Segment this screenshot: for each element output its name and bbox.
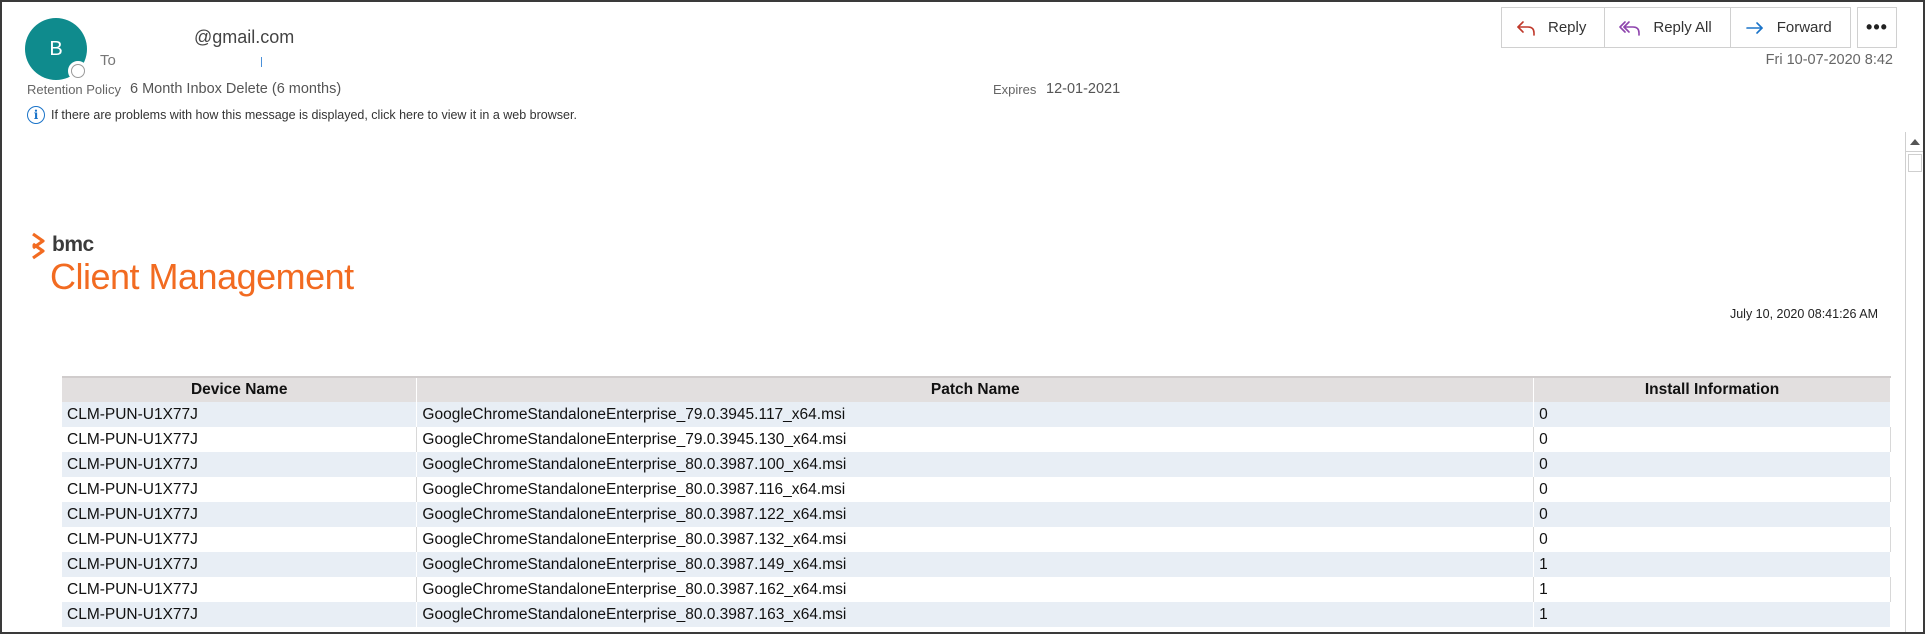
column-header-patch-name: Patch Name	[416, 376, 1535, 402]
table-row: CLM-PUN-U1X77J GoogleChromeStandaloneEnt…	[62, 527, 1891, 552]
presence-status-icon	[68, 61, 88, 81]
forward-button[interactable]: Forward	[1731, 8, 1850, 47]
table-row: CLM-PUN-U1X77J GoogleChromeStandaloneEnt…	[62, 502, 1891, 527]
forward-label: Forward	[1776, 19, 1832, 36]
device-name-cell: CLM-PUN-U1X77J	[62, 452, 418, 477]
reply-label: Reply	[1548, 19, 1587, 36]
reply-all-button[interactable]: Reply All	[1605, 8, 1731, 47]
patch-report-table: Device Name Patch Name Install Informati…	[62, 376, 1891, 627]
device-name-cell: CLM-PUN-U1X77J	[62, 477, 418, 502]
retention-policy-value: 6 Month Inbox Delete (6 months)	[130, 81, 342, 97]
patch-name-cell: GoogleChromeStandaloneEnterprise_79.0.39…	[416, 427, 1535, 452]
device-name-cell: CLM-PUN-U1X77J	[62, 502, 418, 527]
install-info-cell: 0	[1533, 427, 1891, 452]
patch-name-cell: GoogleChromeStandaloneEnterprise_80.0.39…	[416, 577, 1535, 602]
logo-product-name: Client Management	[50, 256, 354, 297]
device-name-cell: CLM-PUN-U1X77J	[62, 427, 418, 452]
install-info-cell: 0	[1533, 477, 1891, 502]
more-actions-button[interactable]: •••	[1857, 7, 1897, 48]
table-row: CLM-PUN-U1X77J GoogleChromeStandaloneEnt…	[62, 452, 1891, 477]
table-row: CLM-PUN-U1X77J GoogleChromeStandaloneEnt…	[62, 477, 1891, 502]
column-header-install-information: Install Information	[1533, 376, 1891, 402]
info-icon: i	[27, 106, 45, 124]
install-info-cell: 1	[1533, 552, 1891, 577]
bmc-chevron-logo	[32, 232, 45, 260]
device-name-cell: CLM-PUN-U1X77J	[62, 552, 418, 577]
to-label: To	[100, 52, 116, 69]
report-timestamp: July 10, 2020 08:41:26 AM	[1729, 307, 1878, 321]
column-header-device-name: Device Name	[62, 376, 418, 402]
patch-name-cell: GoogleChromeStandaloneEnterprise_80.0.39…	[416, 502, 1535, 527]
device-name-cell: CLM-PUN-U1X77J	[62, 402, 418, 427]
table-row: CLM-PUN-U1X77J GoogleChromeStandaloneEnt…	[62, 552, 1891, 577]
patch-name-cell: GoogleChromeStandaloneEnterprise_80.0.39…	[416, 602, 1535, 627]
install-info-cell: 0	[1533, 527, 1891, 552]
table-row: CLM-PUN-U1X77J GoogleChromeStandaloneEnt…	[62, 427, 1891, 452]
scroll-thumb[interactable]	[1908, 154, 1922, 172]
message-actions-toolbar: Reply Reply All Forward	[1501, 7, 1851, 48]
sender-address[interactable]: @gmail.com	[194, 27, 294, 48]
view-in-browser-link[interactable]: If there are problems with how this mess…	[51, 108, 577, 122]
patch-name-cell: GoogleChromeStandaloneEnterprise_80.0.39…	[416, 527, 1535, 552]
reply-button[interactable]: Reply	[1502, 8, 1606, 47]
patch-name-cell: GoogleChromeStandaloneEnterprise_79.0.39…	[416, 402, 1535, 427]
table-row: CLM-PUN-U1X77J GoogleChromeStandaloneEnt…	[62, 602, 1891, 627]
install-info-cell: 1	[1533, 602, 1891, 627]
install-info-cell: 0	[1533, 452, 1891, 477]
table-header-row: Device Name Patch Name Install Informati…	[62, 376, 1891, 402]
expires-label: Expires	[993, 82, 1037, 97]
email-reading-pane: B @gmail.com To Retention Policy 6 Month…	[0, 0, 1925, 634]
reply-all-label: Reply All	[1653, 19, 1712, 36]
device-name-cell: CLM-PUN-U1X77J	[62, 577, 418, 602]
table-row: CLM-PUN-U1X77J GoogleChromeStandaloneEnt…	[62, 402, 1891, 427]
patch-name-cell: GoogleChromeStandaloneEnterprise_80.0.39…	[416, 477, 1535, 502]
message-date: Fri 10-07-2020 8:42	[1765, 52, 1893, 68]
expires-value: 12-01-2021	[1046, 81, 1121, 97]
logo-brand-text: bmc	[52, 233, 94, 256]
table-row: CLM-PUN-U1X77J GoogleChromeStandaloneEnt…	[62, 577, 1891, 602]
retention-policy-label: Retention Policy	[27, 82, 121, 97]
reply-arrow-icon	[1517, 20, 1535, 36]
view-in-browser-notice[interactable]: i If there are problems with how this me…	[27, 106, 577, 124]
install-info-cell: 0	[1533, 402, 1891, 427]
install-info-cell: 1	[1533, 577, 1891, 602]
forward-arrow-icon	[1745, 21, 1763, 34]
to-recipient-cursor	[261, 57, 262, 67]
device-name-cell: CLM-PUN-U1X77J	[62, 527, 418, 552]
avatar-initial: B	[49, 37, 63, 60]
patch-name-cell: GoogleChromeStandaloneEnterprise_80.0.39…	[416, 452, 1535, 477]
vertical-scrollbar[interactable]	[1905, 132, 1923, 632]
device-name-cell: CLM-PUN-U1X77J	[62, 602, 418, 627]
patch-name-cell: GoogleChromeStandaloneEnterprise_80.0.39…	[416, 552, 1535, 577]
scroll-up-arrow-icon[interactable]	[1906, 132, 1923, 152]
install-info-cell: 0	[1533, 502, 1891, 527]
reply-all-arrow-icon	[1619, 20, 1641, 36]
